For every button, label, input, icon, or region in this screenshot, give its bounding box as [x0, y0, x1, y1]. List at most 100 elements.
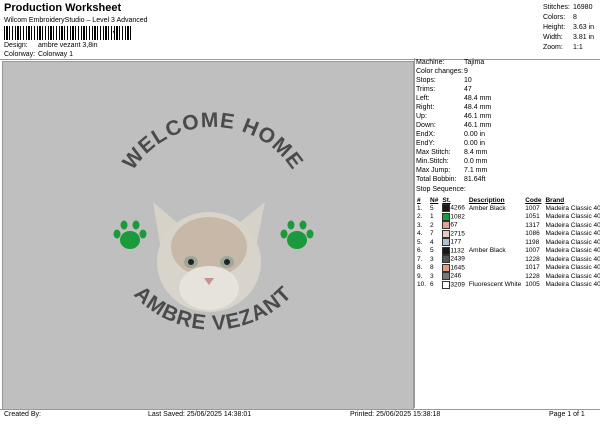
stitch-count: 1082 — [450, 213, 465, 221]
machine-value: 8.4 mm — [464, 149, 488, 156]
stop-sequence-table: # N# St. Description Code Brand 1. 5 4266 A… — [415, 196, 600, 289]
machine-row: Down: 46.1 mm — [416, 122, 491, 129]
n-cell: 5 — [430, 247, 434, 255]
stitch-cell: 177 — [440, 238, 466, 247]
stat-zoom: Zoom: 1:1 — [543, 44, 583, 51]
col-code: Code — [525, 196, 542, 204]
stitch-count: 1132 — [450, 247, 465, 255]
col-stitches: St. — [442, 196, 451, 204]
n-cell: 3 — [430, 255, 434, 263]
machine-value: 0.00 in — [464, 140, 486, 147]
machine-row: Machine: Tajima — [416, 59, 484, 66]
left-paw-icon — [113, 220, 147, 249]
num-cell: 9. — [417, 272, 423, 280]
machine-label: Up: — [416, 113, 427, 120]
printed-date: Printed: 25/06/2025 15:38:18 — [350, 411, 441, 418]
machine-label: Max Stitch: — [416, 149, 451, 156]
machine-row: Max Jump: 7.1 mm — [416, 167, 487, 174]
brand-cell: Madeira Classic 40 — [545, 238, 600, 246]
table-header-row: # N# St. Description Code Brand — [415, 196, 600, 204]
machine-value: 48.4 mm — [464, 104, 492, 111]
machine-value: 46.1 mm — [464, 113, 492, 120]
software-name: Wilcom EmbroideryStudio – Level 3 Advanc… — [4, 17, 148, 24]
machine-value: 47 — [464, 86, 472, 93]
desc-cell: Fluorescent White — [468, 281, 522, 289]
table-row: 1. 5 4266 Amber Black 1007 Madeira Classic 40 — [415, 204, 600, 213]
code-cell: 1017 — [525, 264, 540, 272]
stitch-cell: 1082 — [440, 212, 466, 222]
code-cell: 1051 — [525, 213, 540, 221]
last-saved: Last Saved: 25/06/2025 14:38:01 — [148, 411, 252, 418]
code-cell: 1005 — [525, 281, 540, 289]
stitch-cell: 2715 — [440, 229, 466, 239]
code-cell: 1198 — [525, 238, 540, 246]
table-row: 3. 2 67 1317 Madeira Classic 40 — [415, 221, 600, 230]
desc-cell — [467, 255, 523, 264]
stitch-cell: 246 — [440, 272, 466, 281]
brand-cell: Madeira Classic 40 — [545, 204, 600, 212]
stitch-count: 2715 — [450, 230, 465, 238]
machine-label: Trims: — [416, 86, 436, 93]
machine-value: 81.64ft — [464, 176, 486, 183]
machine-row: Left: 48.4 mm — [416, 95, 491, 102]
desc-cell — [467, 213, 523, 222]
stitch-cell: 1132 — [440, 246, 466, 256]
num-cell: 1. — [417, 204, 423, 212]
n-cell: 8 — [430, 264, 434, 272]
num-cell: 5. — [417, 238, 423, 246]
stitch-cell: 3209 — [440, 280, 466, 290]
machine-label: Left: — [416, 95, 430, 102]
desc-cell — [467, 221, 523, 230]
machine-label: Min.Stitch: — [416, 158, 449, 165]
desc-cell — [467, 238, 523, 247]
table-row: 5. 4 177 1198 Madeira Classic 40 — [415, 238, 600, 247]
machine-label: Stops: — [416, 77, 436, 84]
machine-label: EndY: — [416, 140, 435, 147]
machine-value: 7.1 mm — [464, 167, 488, 174]
stitch-count: 3209 — [450, 281, 465, 289]
cat-face-embroidery — [153, 202, 265, 312]
stitch-cell: 4266 — [440, 204, 466, 213]
stitch-cell: 2439 — [440, 255, 466, 264]
brand-cell: Madeira Classic 40 — [545, 281, 600, 289]
stitch-count: 2439 — [450, 255, 465, 263]
desc-cell — [467, 230, 523, 239]
stat-width: Width: 3.81 in — [543, 34, 595, 41]
desc-cell — [467, 264, 523, 273]
stitch-cell: 1645 — [440, 263, 466, 273]
machine-value: 9 — [464, 68, 468, 75]
machine-value: 48.4 mm — [464, 95, 492, 102]
stat-stitches: Stitches: 16980 — [543, 4, 593, 11]
machine-label: Machine: — [416, 59, 445, 66]
table-row: 4. 7 2715 1086 Madeira Classic 40 — [415, 229, 600, 239]
machine-row: Min.Stitch: 0.0 mm — [416, 158, 487, 165]
table-row: 2. 1 1082 1051 Madeira Classic 40 — [415, 212, 600, 222]
stitch-cell: 67 — [440, 221, 466, 230]
code-cell: 1228 — [525, 272, 540, 280]
colorway-value: Colorway 1 — [38, 51, 74, 58]
stat-height: Height: 3.63 in — [543, 24, 595, 31]
design-info: Design: ambre vezant 3,8in — [4, 42, 98, 49]
embroidery-design: WELCOME HOME AMBRE VEZANT — [113, 109, 314, 335]
created-by: Created By: — [4, 411, 41, 418]
machine-value: Tajima — [464, 59, 485, 66]
machine-info-panel: Machine: Tajima Color changes:9 Stops: 10 Tri… — [414, 58, 600, 408]
stitch-count: 246 — [450, 272, 462, 280]
machine-value: 46.1 mm — [464, 122, 492, 129]
col-description: Description — [468, 196, 505, 204]
brand-cell: Madeira Classic 40 — [545, 272, 600, 280]
n-cell: 3 — [430, 272, 434, 280]
machine-value: 0.0 mm — [464, 158, 488, 165]
num-cell: 3. — [417, 221, 423, 229]
table-row: 8. 8 1645 1017 Madeira Classic 40 — [415, 263, 600, 273]
barcode-mark: , — [112, 24, 115, 35]
brand-cell: Madeira Classic 40 — [545, 247, 600, 255]
stitch-count: 4266 — [450, 204, 465, 212]
code-cell: 1228 — [525, 255, 540, 263]
machine-row: Right: 48.4 mm — [416, 104, 491, 111]
code-cell: 1086 — [525, 230, 540, 238]
code-cell: 1007 — [525, 247, 540, 255]
machine-row: EndY: 0.00 in — [416, 140, 485, 147]
machine-row: Color changes:9 — [416, 68, 468, 75]
footer-divider — [0, 409, 600, 410]
